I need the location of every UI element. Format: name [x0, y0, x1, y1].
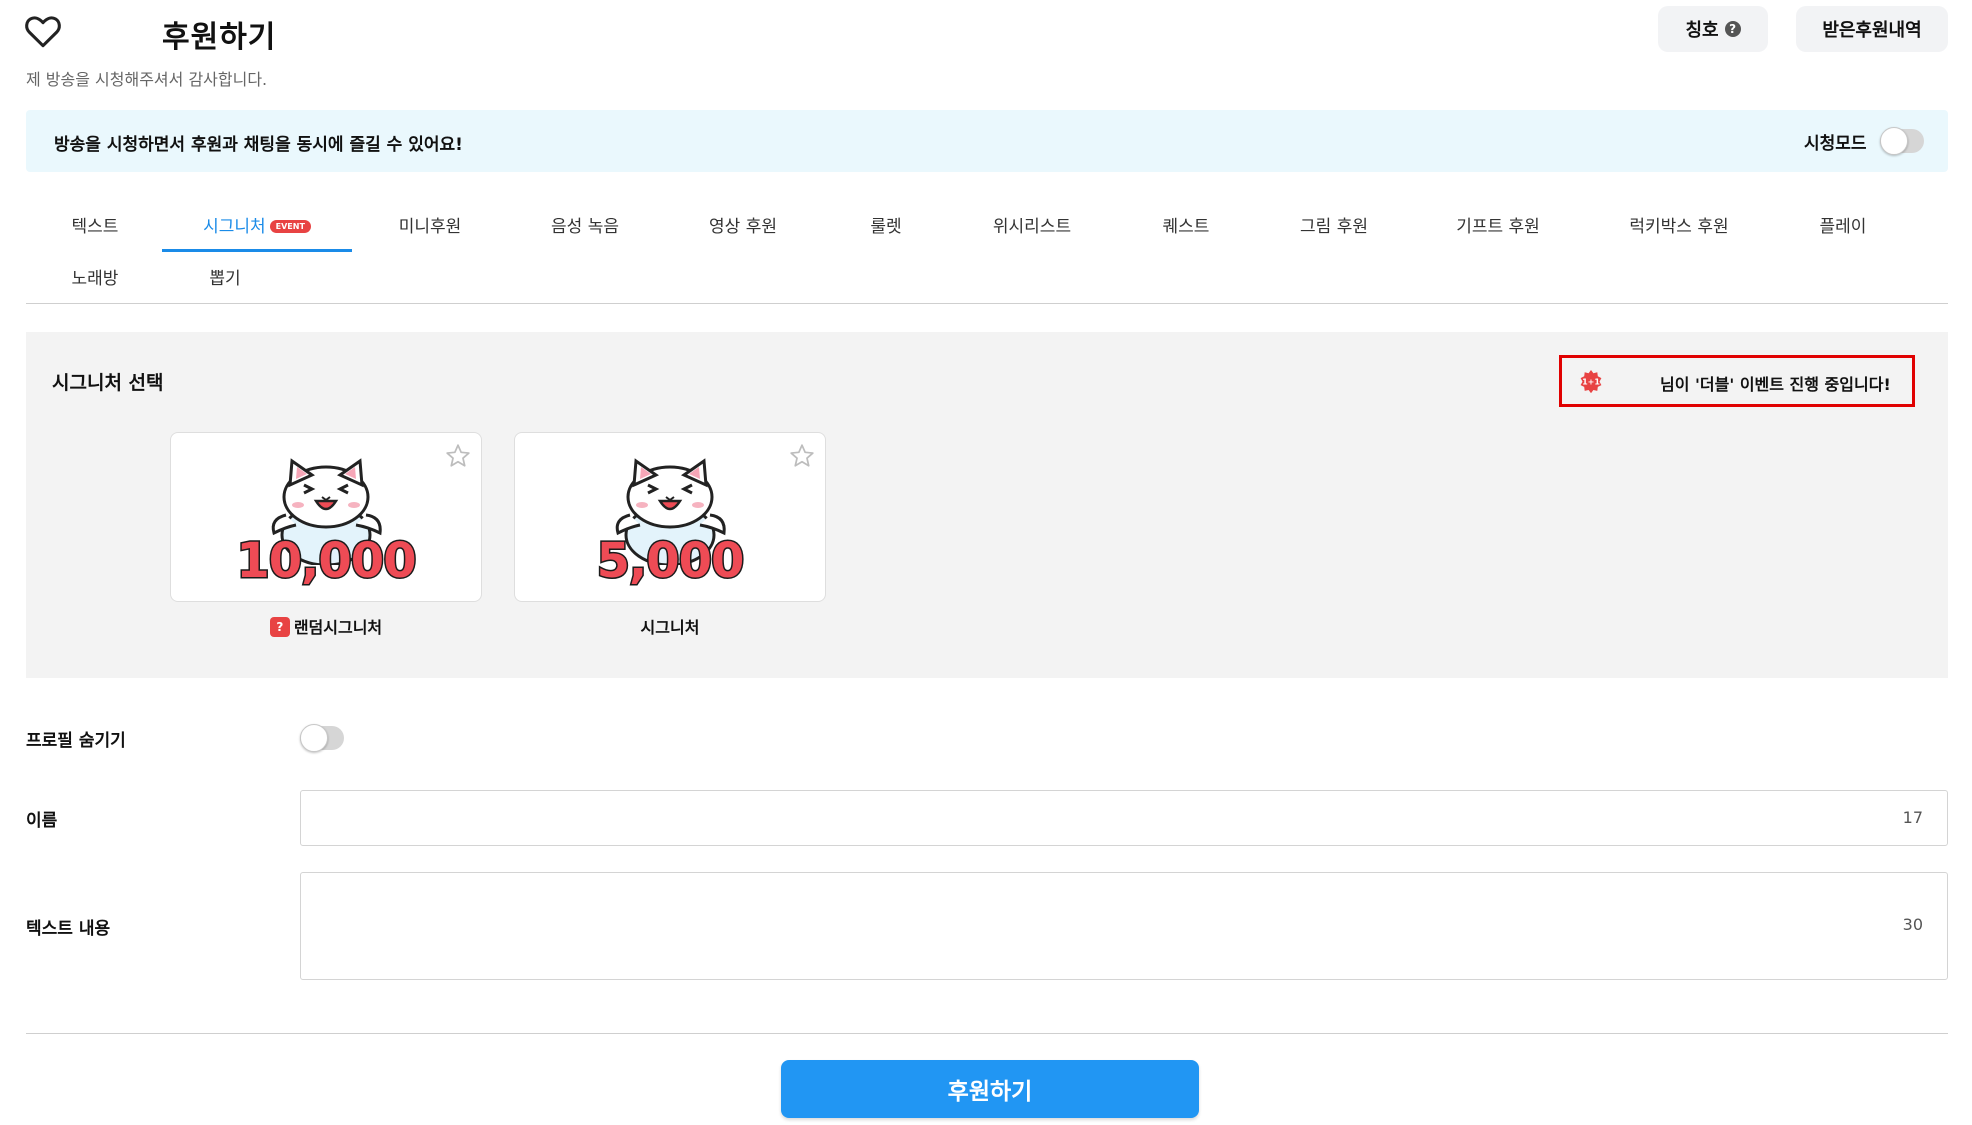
favorite-star-icon[interactable]: [789, 443, 815, 469]
signature-amount: 10,000: [235, 532, 418, 591]
tab-label: 텍스트: [71, 217, 119, 237]
text-char-counter: 30: [1902, 915, 1923, 934]
tab-label: 위시리스트: [992, 217, 1072, 237]
name-char-counter: 17: [1902, 808, 1923, 827]
tab-label: 럭키박스 후원: [1629, 217, 1729, 237]
double-event-icon-text: 1+1: [1582, 378, 1600, 387]
tab-luckybox-donation[interactable]: 럭키박스 후원: [1584, 212, 1774, 237]
name-input[interactable]: 17: [300, 790, 1948, 846]
signature-card-label: ? 랜덤시그니처: [170, 614, 482, 638]
tab-play[interactable]: 플레이: [1748, 212, 1938, 237]
tab-label: 노래방: [71, 269, 119, 289]
tab-label: 음성 녹음: [551, 217, 619, 237]
double-event-notice: 1+1 님이 '더블' 이벤트 진행 중입니다!: [1559, 355, 1915, 407]
signature-panel: 시그니처 선택 1+1 님이 '더블' 이벤트 진행 중입니다! 10,000 …: [26, 332, 1948, 678]
event-notice-text: 님이 '더블' 이벤트 진행 중입니다!: [1660, 375, 1891, 394]
heart-icon[interactable]: [24, 14, 62, 48]
favorite-star-icon[interactable]: [445, 443, 471, 469]
hide-profile-label: 프로필 숨기기: [26, 731, 126, 751]
section-title: 시그니처 선택: [52, 372, 164, 394]
tab-label: 미니후원: [398, 217, 462, 237]
active-tab-indicator: [162, 249, 352, 252]
tab-gift-donation[interactable]: 기프트 후원: [1403, 212, 1593, 237]
text-content-label: 텍스트 내용: [26, 919, 111, 939]
tab-label: 플레이: [1819, 217, 1867, 237]
form-divider: [26, 1033, 1948, 1034]
signature-card-random[interactable]: 10,000: [170, 432, 482, 602]
toggle-knob: [300, 724, 328, 752]
info-banner: 방송을 시청하면서 후원과 채팅을 동시에 즐길 수 있어요! 시청모드: [26, 110, 1948, 172]
tabs-divider: [26, 303, 1948, 304]
text-content-input[interactable]: 30: [300, 872, 1948, 980]
signature-amount: 5,000: [595, 532, 746, 591]
tab-label: 룰렛: [870, 217, 902, 237]
toggle-knob: [1880, 127, 1908, 155]
watch-mode-label: 시청모드: [1804, 134, 1867, 154]
event-badge: EVENT: [269, 220, 311, 233]
tab-label: 기프트 후원: [1456, 217, 1540, 237]
page-subtitle: 제 방송을 시청해주셔서 감사합니다.: [26, 70, 268, 89]
hide-profile-toggle[interactable]: [300, 724, 344, 752]
tab-label: 시그니처: [203, 217, 266, 237]
title-button-label: 칭호: [1685, 20, 1719, 41]
tab-draw[interactable]: 뽑기: [130, 264, 320, 289]
watch-mode-toggle[interactable]: [1880, 127, 1924, 155]
signature-card-label-text: 랜덤시그니처: [293, 618, 383, 637]
name-label: 이름: [26, 811, 58, 831]
page-title: 후원하기: [162, 20, 277, 55]
signature-card[interactable]: 5,000: [514, 432, 826, 602]
tab-label: 뽑기: [209, 269, 241, 289]
tab-signature[interactable]: 시그니처 EVENT: [162, 212, 352, 237]
tab-drawing-donation[interactable]: 그림 후원: [1239, 212, 1429, 237]
received-history-button[interactable]: 받은후원내역: [1796, 6, 1948, 52]
tab-label: 영상 후원: [709, 217, 777, 237]
donate-submit-button[interactable]: 후원하기: [781, 1060, 1199, 1118]
signature-card-label: 시그니처: [640, 618, 700, 637]
tab-label: 그림 후원: [1300, 217, 1368, 237]
tab-label: 퀘스트: [1162, 217, 1210, 237]
banner-text: 방송을 시청하면서 후원과 채팅을 동시에 즐길 수 있어요!: [54, 135, 463, 155]
help-icon: ?: [1724, 21, 1741, 37]
double-event-icon: 1+1: [1580, 370, 1602, 393]
random-question-icon: ?: [269, 617, 290, 637]
title-button[interactable]: 칭호 ?: [1658, 6, 1768, 52]
